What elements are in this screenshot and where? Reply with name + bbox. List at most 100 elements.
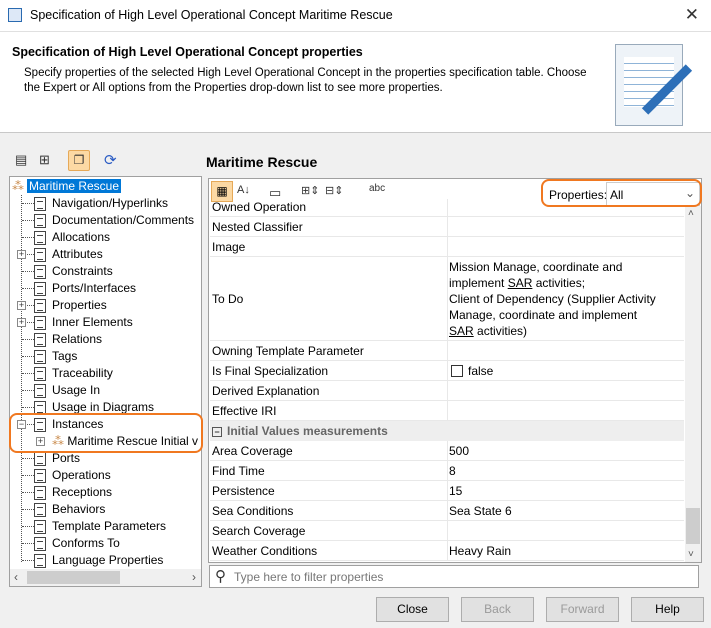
tree-item[interactable]: Constraints — [34, 263, 113, 280]
tree-item[interactable]: Attributes — [34, 246, 103, 263]
app-icon — [8, 8, 22, 22]
filter-input[interactable]: ⚲ Type here to filter properties — [209, 565, 699, 588]
group-header[interactable]: − Initial Values measurements — [210, 421, 684, 441]
header: Specification of High Level Operational … — [0, 32, 711, 133]
tree-item-label: Traceability — [52, 366, 113, 380]
tree-item[interactable]: Relations — [34, 331, 102, 348]
tree-item[interactable]: Properties — [34, 297, 107, 314]
property-name: Nested Classifier — [212, 220, 303, 234]
tree-item-label: Receptions — [52, 485, 113, 499]
property-value[interactable] — [447, 199, 449, 216]
property-value[interactable] — [447, 381, 449, 400]
checkbox[interactable] — [451, 365, 463, 377]
table-row[interactable]: Find Time 8 — [210, 461, 684, 481]
expand-icon[interactable]: + — [17, 318, 26, 327]
tree-item-label: Constraints — [52, 264, 113, 278]
tree-item-label: Ports — [52, 451, 81, 465]
property-value[interactable]: 500 — [447, 441, 469, 460]
table-row[interactable]: Image — [210, 237, 684, 257]
tree-item[interactable]: Operations — [34, 467, 111, 484]
property-value[interactable] — [447, 237, 449, 256]
tree-item[interactable]: Usage In — [34, 382, 100, 399]
property-value[interactable]: 15 — [447, 481, 462, 500]
tree-item-label: Attributes — [52, 247, 103, 261]
header-title: Specification of High Level Operational … — [12, 45, 363, 59]
document-icon — [34, 502, 46, 517]
table-row[interactable]: Nested Classifier — [210, 217, 684, 237]
tree-item[interactable]: Allocations — [34, 229, 110, 246]
sort-alphabetical-icon[interactable]: A↓ — [237, 184, 250, 196]
tree-item[interactable]: Ports/Interfaces — [34, 280, 136, 297]
expand-icon[interactable]: + — [17, 250, 26, 259]
refresh-icon[interactable]: ⟳ — [104, 151, 117, 169]
table-row[interactable]: Is Final Specialization false — [210, 361, 684, 381]
collapse-icon[interactable]: − — [212, 427, 222, 437]
property-name: Area Coverage — [212, 444, 293, 458]
document-icon — [34, 553, 46, 568]
tree-item[interactable]: Template Parameters — [34, 518, 166, 535]
header-description: Specify properties of the selected High … — [24, 67, 587, 94]
property-value[interactable]: Heavy Rain — [447, 541, 511, 560]
help-button[interactable]: Help — [631, 597, 704, 622]
close-icon[interactable]: ✕ — [685, 5, 699, 25]
document-icon — [34, 230, 46, 245]
expand-icon[interactable]: + — [17, 301, 26, 310]
table-row[interactable]: Area Coverage 500 — [210, 441, 684, 461]
show-inherited-icon[interactable]: ❐ — [68, 150, 90, 171]
expand-all-icon[interactable]: ⊞⇕ — [301, 184, 319, 197]
table-row[interactable]: Effective IRI — [210, 401, 684, 421]
property-value[interactable] — [447, 521, 449, 540]
spelling-icon[interactable]: abc — [369, 183, 385, 194]
property-name: Search Coverage — [212, 524, 306, 538]
back-button[interactable]: Back — [461, 597, 534, 622]
property-name: Owning Template Parameter — [212, 344, 364, 358]
tree-item[interactable]: Receptions — [34, 484, 112, 501]
forward-button[interactable]: Forward — [546, 597, 619, 622]
table-view-icon[interactable]: ▤ — [15, 152, 27, 168]
document-icon — [34, 468, 46, 483]
table-row[interactable]: Owning Template Parameter — [210, 341, 684, 361]
tree-item[interactable]: Navigation/Hyperlinks — [34, 195, 168, 212]
table-row[interactable]: To Do Mission Manage, coordinate and imple… — [210, 257, 684, 341]
property-value[interactable]: false — [447, 361, 493, 380]
tree-item-label: Operations — [52, 468, 111, 482]
tree-root[interactable]: ⁂ Maritime Rescue — [12, 178, 122, 195]
tree-item[interactable]: Traceability — [34, 365, 113, 382]
property-value[interactable]: Mission Manage, coordinate and implement … — [447, 257, 656, 340]
filter-placeholder: Type here to filter properties — [234, 570, 384, 584]
table-row[interactable]: Search Coverage — [210, 521, 684, 541]
navigation-tree: ⁂ Maritime Rescue Navigation/Hyperlinks Doc… — [9, 176, 202, 587]
document-icon — [34, 366, 46, 381]
collapse-all-icon[interactable]: ⊟⇕ — [325, 184, 343, 197]
document-pencil-icon — [615, 44, 693, 126]
document-icon — [34, 536, 46, 551]
tree-item[interactable]: Documentation/Comments — [34, 212, 194, 229]
title-bar: Specification of High Level Operational … — [0, 0, 711, 32]
element-title: Maritime Rescue — [206, 154, 318, 170]
tree-item[interactable]: Conforms To — [34, 535, 120, 552]
table-row[interactable]: Weather Conditions Heavy Rain — [210, 541, 684, 561]
tree-item[interactable]: Language Properties — [34, 552, 163, 569]
table-row[interactable]: Sea Conditions Sea State 6 — [210, 501, 684, 521]
property-name: To Do — [212, 292, 244, 306]
property-value[interactable] — [447, 341, 449, 360]
tree-view-icon[interactable]: ⊞ — [39, 152, 50, 168]
vertical-scrollbar[interactable]: ˄ ˅ — [685, 206, 701, 562]
table-row[interactable]: Persistence 15 — [210, 481, 684, 501]
tree-item[interactable]: Inner Elements — [34, 314, 133, 331]
table-row[interactable]: Derived Explanation — [210, 381, 684, 401]
property-value[interactable]: Sea State 6 — [447, 501, 512, 520]
document-icon — [34, 451, 46, 466]
properties-panel: ▦ A↓ ▭ ⊞⇕ ⊟⇕ abc Properties: All ⌄ Owned… — [208, 178, 702, 563]
property-name: Owned Operation — [212, 200, 307, 214]
scrollbar-thumb[interactable] — [686, 508, 700, 544]
horizontal-scrollbar[interactable]: ‹ › — [10, 569, 201, 586]
property-value[interactable]: 8 — [447, 461, 456, 480]
property-value[interactable] — [447, 217, 449, 236]
tree-item[interactable]: Behaviors — [34, 501, 105, 518]
tree-root-label: Maritime Rescue — [27, 179, 122, 193]
property-value[interactable] — [447, 401, 449, 420]
close-button[interactable]: Close — [376, 597, 449, 622]
document-icon — [34, 247, 46, 262]
tree-item[interactable]: Tags — [34, 348, 77, 365]
